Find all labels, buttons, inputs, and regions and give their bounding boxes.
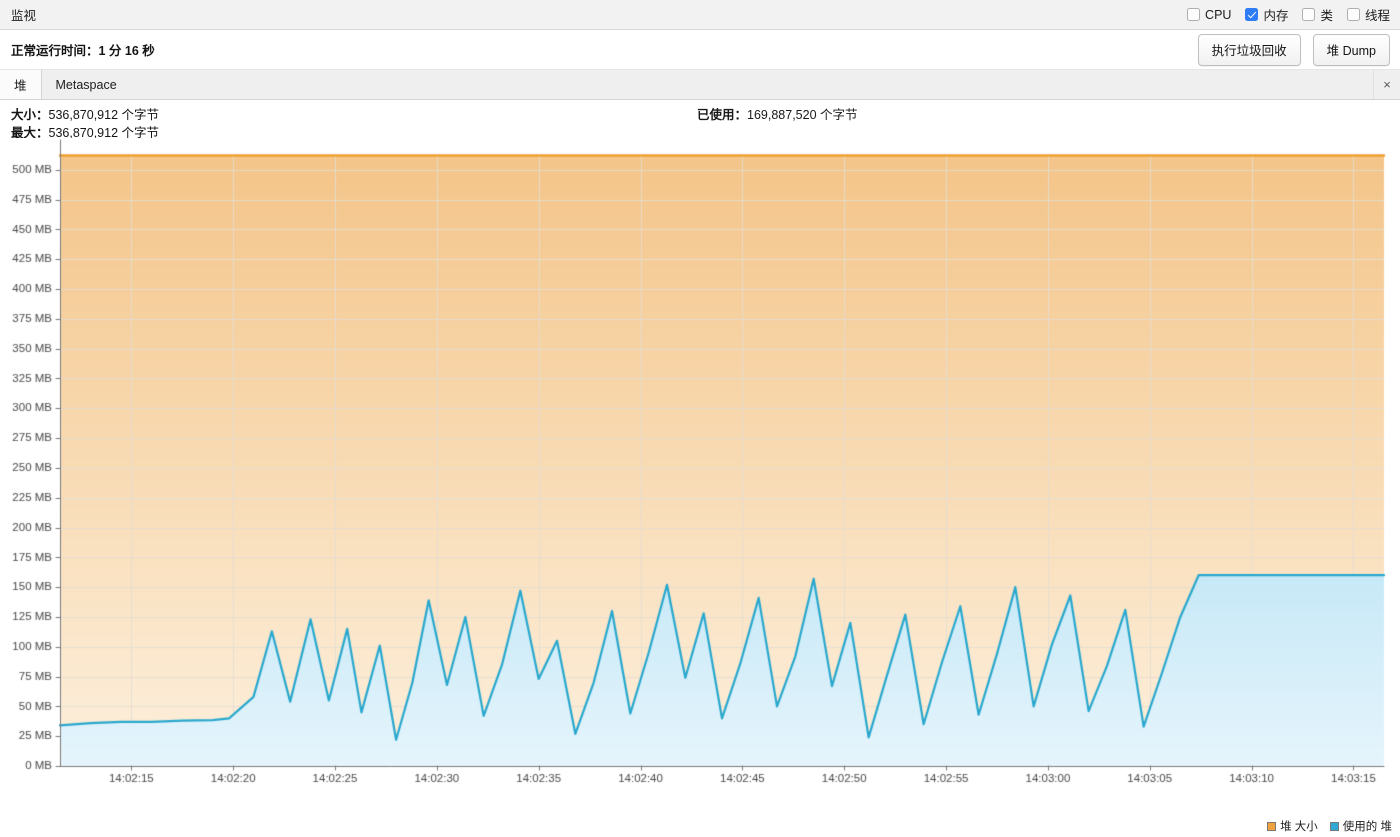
stat-used-label: 已使用：	[697, 108, 748, 122]
checkbox-cpu-label: CPU	[1205, 7, 1232, 22]
uptime-label: 正常运行时间：1 分 16 秒	[11, 44, 155, 58]
checkbox-threads[interactable]: 线程	[1346, 5, 1390, 24]
legend-label-heap-used: 使用的 堆	[1342, 821, 1392, 833]
tab-heap[interactable]: 堆	[0, 70, 42, 99]
checkbox-classes[interactable]: 类	[1302, 5, 1333, 24]
stat-used: 已使用：169,887,520 个字节	[697, 106, 858, 124]
metric-checkbox-group: CPU 内存 类 线程	[1187, 5, 1390, 24]
titlebar: 监视 CPU 内存 类 线程	[0, 0, 1400, 30]
tab-strip: 堆 Metaspace ×	[0, 70, 1400, 100]
legend-item-heap-used: 使用的 堆	[1329, 818, 1392, 834]
checkbox-classes-label: 类	[1320, 9, 1333, 23]
memory-chart[interactable]: 堆 大小 使用的 堆	[0, 138, 1400, 837]
run-gc-button[interactable]: 执行垃圾回收	[1197, 33, 1301, 66]
page-title: 监视	[11, 9, 37, 23]
tab-metaspace[interactable]: Metaspace	[41, 70, 132, 99]
checkbox-cpu[interactable]: CPU	[1187, 8, 1231, 22]
checkbox-cpu-box[interactable]	[1187, 8, 1201, 21]
toolbar-buttons: 执行垃圾回收 堆 Dump	[1197, 33, 1390, 66]
heap-dump-button[interactable]: 堆 Dump	[1312, 33, 1390, 66]
legend-item-heap-size: 堆 大小	[1267, 818, 1318, 834]
checkbox-threads-box[interactable]	[1346, 8, 1360, 21]
checkbox-threads-label: 线程	[1364, 9, 1390, 23]
stat-used-value: 169,887,520 个字节	[747, 108, 858, 122]
checkbox-memory-box[interactable]	[1245, 8, 1259, 21]
legend-swatch-heap-size	[1267, 821, 1277, 831]
heap-stats: 大小：536,870,912 个字节 最大：536,870,912 个字节 已使…	[0, 100, 1400, 140]
toolbar: 正常运行时间：1 分 16 秒 执行垃圾回收 堆 Dump	[0, 30, 1400, 70]
memory-chart-canvas[interactable]	[0, 138, 1400, 811]
legend-swatch-heap-used	[1329, 821, 1339, 831]
stat-size-value: 536,870,912 个字节	[48, 108, 160, 122]
monitor-panel: 监视 CPU 内存 类 线程 正常运行时间：1 分 16 秒 执行垃圾回收 堆 …	[0, 0, 1400, 837]
tab-spacer	[132, 70, 1373, 99]
stat-size-label: 大小：	[11, 108, 49, 122]
close-icon[interactable]: ×	[1373, 70, 1400, 99]
checkbox-memory[interactable]: 内存	[1245, 5, 1288, 24]
chart-legend: 堆 大小 使用的 堆	[1267, 818, 1392, 834]
checkbox-classes-box[interactable]	[1302, 8, 1316, 21]
checkbox-memory-label: 内存	[1263, 9, 1289, 23]
legend-label-heap-size: 堆 大小	[1280, 821, 1318, 833]
